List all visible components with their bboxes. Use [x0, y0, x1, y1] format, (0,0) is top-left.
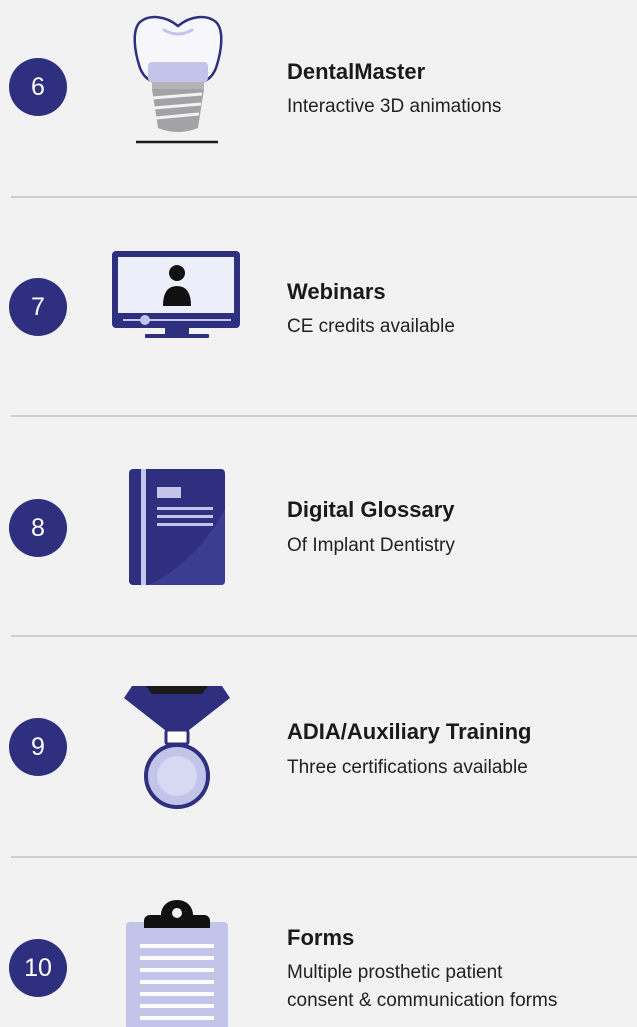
clipboard-icon — [126, 900, 228, 1027]
item-number-badge: 8 — [9, 499, 67, 557]
item-title: Forms — [287, 925, 355, 950]
item-number-badge: 10 — [9, 939, 67, 997]
divider — [11, 635, 637, 637]
item-subtitle: Of Implant Dentistry — [287, 535, 455, 556]
webinar-monitor-icon — [112, 251, 240, 338]
item-subtitle: Multiple prosthetic patient — [287, 962, 503, 983]
divider — [11, 415, 637, 417]
book-icon — [129, 469, 225, 585]
item-title: DentalMaster — [287, 59, 426, 84]
item-title: Webinars — [287, 279, 386, 304]
medal-icon — [124, 686, 230, 809]
item-subtitle-line-2: consent & communication forms — [287, 990, 558, 1011]
item-number-badge: 6 — [9, 58, 67, 116]
item-title: Digital Glossary — [287, 497, 455, 522]
item-subtitle: Interactive 3D animations — [287, 96, 502, 117]
dental-implant-icon — [133, 15, 223, 144]
item-title: ADIA/Auxiliary Training — [287, 719, 532, 744]
item-number-badge: 7 — [9, 278, 67, 336]
item-number-badge: 9 — [9, 718, 67, 776]
item-subtitle: Three certifications available — [287, 757, 528, 778]
divider — [11, 196, 637, 198]
divider — [11, 856, 637, 858]
item-subtitle: CE credits available — [287, 316, 455, 337]
